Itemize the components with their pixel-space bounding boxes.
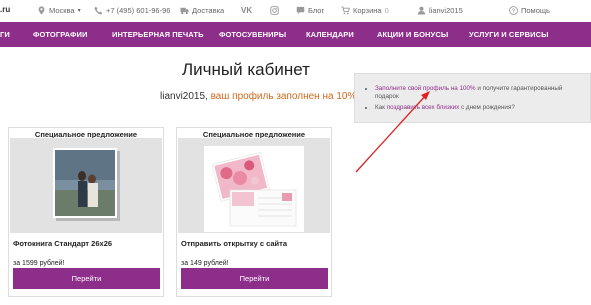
profile-completion-text: ваш профиль заполнен на 10%: [210, 91, 357, 102]
phone-icon: [94, 6, 103, 15]
vk-icon[interactable]: VK: [241, 6, 252, 15]
product-name: Отправить открытку с сайта: [181, 239, 288, 248]
postcard-image[interactable]: [178, 138, 330, 233]
product-name: Фотокнига Стандарт 26х26: [13, 239, 113, 248]
location-icon: [37, 6, 46, 15]
nav-item-interior-print[interactable]: ИНТЕРЬЕРНАЯ ПЕЧАТЬ: [112, 30, 204, 39]
blog-icon: [296, 6, 305, 15]
delivery-icon: [180, 6, 189, 15]
offer-card-photobook: Специальное предложение Фотокнига Станда…: [8, 127, 164, 297]
nav-item-services[interactable]: УСЛУГИ И СЕРВИСЫ: [469, 30, 549, 39]
status-username: lianvi2015,: [160, 91, 208, 102]
cart-label: Корзина: [353, 6, 382, 15]
product-price: за 1599 рублей!: [13, 260, 65, 267]
help-icon: ?: [509, 6, 518, 15]
delivery-label: Доставка: [192, 6, 225, 15]
city-selector[interactable]: Москва ▾: [37, 6, 81, 15]
main-nav: ГИ ФОТОГРАФИИ ИНТЕРЬЕРНАЯ ПЕЧАТЬ ФОТОСУВ…: [0, 22, 591, 47]
phone-link[interactable]: +7 (495) 601-96-96: [94, 6, 170, 15]
instagram-icon[interactable]: [270, 6, 279, 15]
blog-label: Блог: [308, 6, 325, 15]
cart-count: 0: [384, 6, 389, 15]
tip-item-profile: Заполните свой профиль на 100% и получит…: [375, 85, 585, 101]
phone-number: +7 (495) 601-96-96: [106, 6, 171, 15]
city-label: Москва: [49, 6, 75, 15]
go-button-postcard[interactable]: Перейти: [181, 268, 328, 289]
chevron-down-icon: ▾: [77, 8, 81, 14]
page-title: Личный кабинет: [182, 60, 310, 79]
logo-fragment[interactable]: .ru: [0, 5, 10, 14]
help-link[interactable]: ? Помощь: [509, 6, 550, 15]
nav-item-truncated[interactable]: ГИ: [0, 30, 10, 39]
nav-item-souvenirs[interactable]: ФОТОСУВЕНИРЫ: [219, 30, 286, 39]
nav-item-photos[interactable]: ФОТОГРАФИИ: [33, 30, 87, 39]
photobook-image[interactable]: [10, 138, 162, 233]
blog-link[interactable]: Блог: [296, 6, 324, 15]
product-price: за 149 рублей!: [181, 260, 229, 267]
tips-panel: Заполните свой профиль на 100% и получит…: [354, 73, 591, 123]
delivery-link[interactable]: Доставка: [180, 6, 224, 15]
fill-profile-link[interactable]: Заполните свой профиль на 100%: [375, 85, 476, 92]
help-label: Помощь: [521, 6, 550, 15]
go-button-photobook[interactable]: Перейти: [13, 268, 160, 289]
offer-card-postcard: Специальное предложение Отправить открыт…: [176, 127, 332, 297]
tip-item-birthdays: Как поздравить всех близких с днем рожде…: [375, 104, 585, 112]
nav-item-calendars[interactable]: КАЛЕНДАРИ: [306, 30, 354, 39]
top-bar: .ru Москва ▾ +7 (495) 601-96-96 Доставка…: [0, 0, 591, 23]
user-icon: [417, 6, 426, 15]
congratulate-link[interactable]: поздравить всех близких: [387, 104, 460, 111]
svg-text:?: ?: [512, 8, 515, 14]
user-name: lianvi2015: [429, 6, 463, 15]
cart-icon: [341, 6, 350, 15]
nav-item-promotions[interactable]: АКЦИИ И БОНУСЫ: [377, 30, 448, 39]
profile-status: lianvi2015, ваш профиль заполнен на 10% …: [160, 91, 373, 102]
cart-link[interactable]: Корзина 0: [341, 6, 389, 15]
user-menu[interactable]: lianvi2015: [417, 6, 463, 15]
